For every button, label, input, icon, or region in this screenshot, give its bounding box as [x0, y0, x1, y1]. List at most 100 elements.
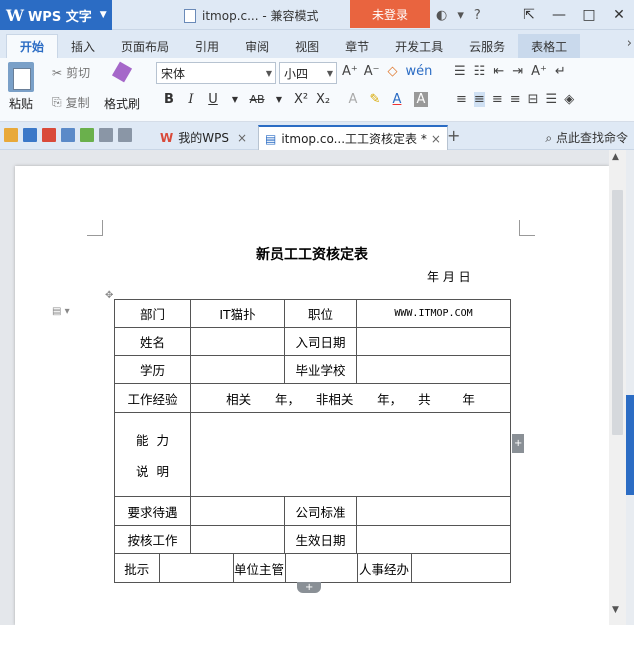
doc-tab-current[interactable]: ▤ itmop.co...工工资核定表 * ×	[258, 125, 448, 150]
tab-table-tools[interactable]: 表格工	[518, 34, 581, 58]
tab-developer[interactable]: 开发工具	[382, 34, 456, 58]
search-icon: ⌕	[545, 131, 553, 145]
indent-decrease-icon[interactable]: ⇤	[493, 64, 504, 79]
tab-references[interactable]: 引用	[182, 34, 232, 58]
paragraph-icon[interactable]: ▤ ▾	[52, 306, 70, 317]
highlight-icon[interactable]: ✎	[364, 92, 386, 107]
justify-icon[interactable]: ≡	[510, 92, 521, 107]
redo-icon[interactable]	[118, 128, 132, 142]
font-color-icon[interactable]: A	[386, 92, 408, 107]
pdf-icon[interactable]	[42, 128, 56, 142]
table-row: 要求待遇 公司标准	[114, 496, 511, 526]
indent-increase-icon[interactable]: ⇥	[512, 64, 523, 79]
font-size-select[interactable]: 小四 ▼	[279, 62, 337, 84]
align-right-icon[interactable]: ≡	[492, 92, 503, 107]
date-line[interactable]: 年 月 日	[427, 268, 471, 285]
status-area	[0, 625, 634, 651]
shading-icon[interactable]: ◈	[564, 92, 574, 107]
clipboard-icon	[8, 62, 34, 92]
chevron-down-icon[interactable]: ▼	[268, 95, 290, 104]
new-tab-button[interactable]: +	[447, 126, 460, 145]
grow-font-icon[interactable]: A⁺	[342, 64, 358, 79]
list-tools: ☰ ☷ ⇤ ⇥ A⁺ ↵	[454, 64, 566, 79]
side-panel-toggle[interactable]	[626, 395, 634, 495]
paste-button[interactable]: 粘贴	[8, 62, 34, 112]
char-shading-icon[interactable]: A	[414, 92, 428, 107]
line-spacing-icon[interactable]: ☰	[546, 92, 558, 107]
doc-tab-mywps[interactable]: W 我的WPS ×	[154, 125, 253, 150]
command-search[interactable]: ⌕ 点此查找命令	[545, 129, 628, 146]
undo-icon[interactable]	[99, 128, 113, 142]
italic-button[interactable]: I	[180, 92, 202, 107]
tab-insert[interactable]: 插入	[58, 34, 108, 58]
chevron-right-icon[interactable]: ›	[627, 36, 632, 51]
restore-icon[interactable]: ⇱	[514, 0, 544, 30]
copy-button[interactable]: ⎘ 复制	[52, 94, 90, 111]
chinese-layout-icon[interactable]: A⁺	[531, 64, 547, 79]
title-icons: ◐ ▾ ?	[436, 0, 481, 30]
shrink-font-icon[interactable]: A⁻	[364, 64, 380, 79]
side-panel	[626, 150, 634, 625]
align-center-icon[interactable]: ≡	[473, 92, 485, 107]
window-controls: ⇱ — □ ✕	[514, 0, 634, 30]
help-icon[interactable]: ?	[474, 8, 481, 23]
close-tab-icon[interactable]: ×	[237, 131, 247, 145]
salary-table: 部门 IT猫扑 职位 WWW.ITMOP.COM 姓名 入司日期 学历 毕业学校…	[114, 299, 511, 583]
document-workspace: 新员工工资核定表 年 月 日 ▤ ▾ ✥ 部门 IT猫扑 职位 WWW.ITMO…	[0, 150, 634, 625]
scroll-down-icon[interactable]: ▼	[612, 605, 619, 615]
tab-page-layout[interactable]: 页面布局	[108, 34, 182, 58]
minimize-button[interactable]: —	[544, 0, 574, 30]
tab-home[interactable]: 开始	[6, 34, 59, 58]
tab-cloud[interactable]: 云服务	[456, 34, 518, 58]
table-row: 批示 单位主管 人事经办	[114, 553, 511, 583]
tab-review[interactable]: 审阅	[232, 34, 282, 58]
table-row: 能 力 说 明	[114, 412, 511, 497]
save-icon[interactable]	[23, 128, 37, 142]
bullet-list-icon[interactable]: ☰	[454, 64, 466, 79]
align-tools: ≡ ≡ ≡ ≡ ⊟ ☰ ◈	[456, 92, 574, 107]
clear-format-icon[interactable]: ◇	[388, 64, 398, 79]
strikethrough-button[interactable]: AB	[246, 93, 268, 106]
document-icon	[184, 8, 196, 23]
print-icon[interactable]	[61, 128, 75, 142]
margin-corner	[519, 220, 535, 236]
subscript-button[interactable]: X₂	[312, 92, 334, 107]
format-buttons: B I U ▼ AB ▼ X² X₂ A ✎ A A	[158, 92, 428, 107]
distribute-icon[interactable]: ⊟	[528, 92, 539, 107]
brush-icon	[109, 62, 135, 92]
app-menu-button[interactable]: W WPS 文字 ▼	[0, 0, 112, 30]
superscript-button[interactable]: X²	[290, 92, 312, 107]
chevron-down-icon[interactable]: ▼	[224, 95, 246, 104]
table-move-handle[interactable]: ✥	[105, 290, 113, 301]
vertical-scrollbar[interactable]: ▲ ▼	[609, 150, 626, 625]
login-button[interactable]: 未登录	[350, 0, 430, 28]
skin-icon[interactable]: ◐	[436, 8, 447, 23]
text-effect-icon[interactable]: A	[342, 92, 364, 107]
document-title[interactable]: 新员工工资核定表	[15, 244, 609, 264]
tab-section[interactable]: 章节	[332, 34, 382, 58]
close-tab-icon[interactable]: ×	[431, 132, 441, 146]
underline-button[interactable]: U	[202, 92, 224, 107]
format-painter-button[interactable]: 格式刷	[104, 62, 140, 112]
align-left-icon[interactable]: ≡	[456, 92, 467, 107]
table-row: 工作经验 相关 年， 非相关 年， 共 年	[114, 383, 511, 413]
numbered-list-icon[interactable]: ☷	[474, 64, 486, 79]
font-name-select[interactable]: 宋体 ▼	[156, 62, 276, 84]
preview-icon[interactable]	[80, 128, 94, 142]
scroll-up-icon[interactable]: ▲	[612, 152, 619, 162]
pinyin-icon[interactable]: wén	[406, 64, 433, 79]
line-break-icon[interactable]: ↵	[555, 64, 566, 79]
window-title: itmop.c... - 兼容模式	[184, 7, 319, 24]
quick-access-bar: W 我的WPS × ▤ itmop.co...工工资核定表 * × + ⌕ 点此…	[0, 122, 634, 150]
close-button[interactable]: ✕	[604, 0, 634, 30]
maximize-button[interactable]: □	[574, 0, 604, 30]
cut-button[interactable]: ✂ 剪切	[52, 64, 90, 81]
document-page[interactable]: 新员工工资核定表 年 月 日 ▤ ▾ ✥ 部门 IT猫扑 职位 WWW.ITMO…	[15, 166, 609, 625]
shirt-icon[interactable]: ▾	[457, 8, 464, 23]
add-column-button[interactable]: +	[512, 434, 525, 453]
bold-button[interactable]: B	[158, 92, 180, 107]
tab-view[interactable]: 视图	[282, 34, 332, 58]
scroll-thumb[interactable]	[612, 190, 623, 435]
open-icon[interactable]	[4, 128, 18, 142]
add-row-button[interactable]: +	[297, 582, 322, 593]
